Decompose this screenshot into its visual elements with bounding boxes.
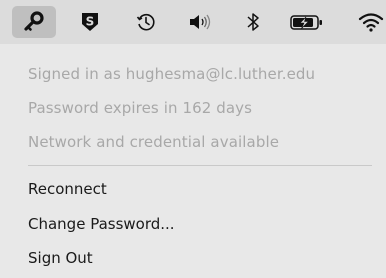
network-status-info: Network and credential available — [28, 133, 280, 151]
s-app-icon-button[interactable]: S — [72, 6, 108, 38]
menu-separator — [28, 165, 372, 166]
menu-bar: S — [0, 0, 386, 44]
s-app-icon: S — [82, 13, 98, 31]
battery-charging-icon — [290, 15, 322, 30]
reconnect-menu-item[interactable]: Reconnect — [28, 180, 107, 198]
wifi-icon — [358, 13, 384, 32]
key-icon-button[interactable] — [12, 6, 56, 38]
bluetooth-icon-button[interactable] — [238, 6, 268, 38]
time-machine-icon-button[interactable] — [128, 6, 164, 38]
screen: S Signed in as hughesma@lc.luther.edu Pa… — [0, 0, 386, 278]
volume-icon — [190, 14, 211, 30]
wifi-icon-button[interactable] — [356, 6, 386, 38]
s-app-letter: S — [86, 15, 95, 29]
bluetooth-icon — [247, 13, 259, 31]
password-expiry-info: Password expires in 162 days — [28, 99, 253, 117]
sign-out-menu-item[interactable]: Sign Out — [28, 249, 93, 267]
volume-icon-button[interactable] — [182, 6, 218, 38]
signed-in-info: Signed in as hughesma@lc.luther.edu — [28, 65, 316, 83]
key-icon — [24, 11, 44, 31]
change-password-menu-item[interactable]: Change Password... — [28, 215, 175, 233]
battery-icon-button[interactable] — [284, 6, 330, 38]
time-machine-icon — [136, 13, 155, 31]
key-menu-dropdown: Signed in as hughesma@lc.luther.edu Pass… — [0, 44, 386, 278]
